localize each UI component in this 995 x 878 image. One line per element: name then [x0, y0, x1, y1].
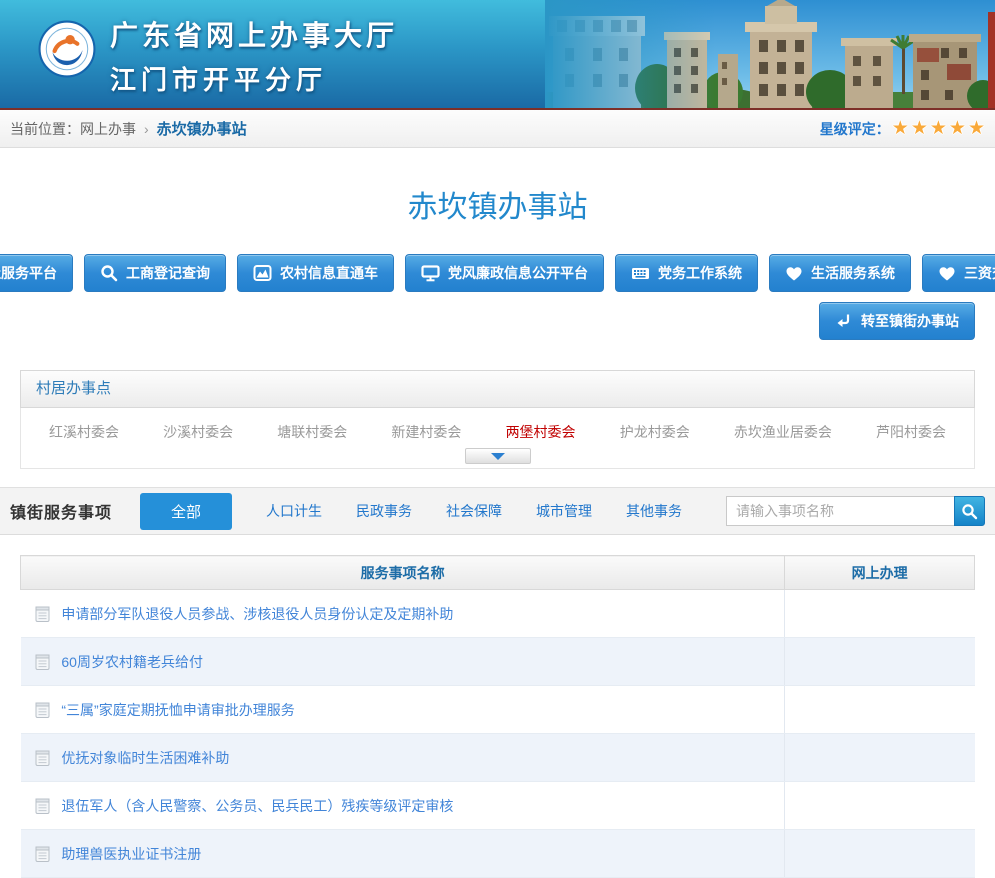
tab-city-management[interactable]: 城市管理: [536, 501, 592, 521]
quick-link-rural-info[interactable]: 农村信息直通车: [237, 254, 394, 292]
village-link-tanglian[interactable]: 塘联村委会: [277, 422, 347, 442]
star-icon[interactable]: ★: [968, 117, 985, 140]
search-button[interactable]: [954, 496, 985, 526]
document-icon: [35, 701, 50, 718]
star-icon[interactable]: ★: [930, 117, 947, 140]
keyboard-icon: [631, 264, 650, 282]
heart-icon: [938, 265, 956, 282]
breadcrumb-separator: ›: [144, 121, 149, 137]
search-icon: [100, 264, 118, 282]
transfer-row: 转至镇街办事站: [20, 302, 975, 340]
village-link-liangbao-active[interactable]: 两堡村委会: [506, 422, 576, 442]
online-handle-cell: [785, 830, 975, 878]
village-link-luyang[interactable]: 芦阳村委会: [876, 422, 946, 442]
service-item-link[interactable]: 优抚对象临时生活困难补助: [61, 750, 229, 766]
service-section-title: 镇街服务事项: [10, 499, 112, 523]
breadcrumb-link-online-service[interactable]: 网上办事: [80, 119, 136, 139]
monitor-icon: [421, 264, 440, 282]
search-input[interactable]: [726, 496, 954, 526]
quick-link-life-service[interactable]: 生活服务系统: [769, 254, 911, 292]
online-handle-cell: [785, 782, 975, 830]
star-icon[interactable]: ★: [949, 117, 966, 140]
quick-link-party-integrity[interactable]: 党风廉政信息公开平台: [405, 254, 604, 292]
column-header-service-name: 服务事项名称: [21, 556, 785, 590]
online-handle-cell: [785, 686, 975, 734]
tab-other-affairs[interactable]: 其他事务: [626, 501, 682, 521]
quick-link-business-registration[interactable]: 工商登记查询: [84, 254, 226, 292]
document-icon: [35, 605, 50, 622]
service-item-link[interactable]: 助理兽医执业证书注册: [61, 846, 201, 862]
breadcrumb-bar: 当前位置： 网上办事 › 赤坎镇办事站 星级评定： ★ ★ ★ ★ ★: [0, 110, 995, 148]
village-link-hulong[interactable]: 护龙村委会: [620, 422, 690, 442]
page-title: 赤坎镇办事站: [20, 148, 975, 226]
quick-link-label: 生活服务系统: [811, 263, 895, 283]
heart-icon: [785, 265, 803, 282]
village-section-header: 村居办事点: [20, 370, 975, 408]
service-items-table: 服务事项名称 网上办理 申请部分军队退役人员参战、涉核退役人员身份认定及定期补助…: [20, 555, 975, 878]
star-icon[interactable]: ★: [911, 117, 928, 140]
table-row: 助理兽医执业证书注册: [21, 830, 975, 878]
village-expand-toggle[interactable]: [465, 448, 531, 464]
search-icon: [961, 503, 978, 520]
service-item-link[interactable]: 申请部分军队退役人员参战、涉核退役人员身份认定及定期补助: [61, 606, 453, 622]
table-row: 退伍军人（含人民警察、公务员、民兵民工）残疾等级评定审核: [21, 782, 975, 830]
service-item-link[interactable]: 60周岁农村籍老兵给付: [61, 654, 203, 670]
return-arrow-icon: [835, 312, 853, 330]
service-items-bar: 镇街服务事项 全部 人口计生 民政事务 社会保障 城市管理 其他事务: [0, 487, 995, 535]
service-item-link[interactable]: “三属”家庭定期抚恤申请审批办理服务: [61, 702, 294, 718]
star-icon[interactable]: ★: [892, 117, 909, 140]
village-link-shaxi[interactable]: 沙溪村委会: [163, 422, 233, 442]
online-handle-cell: [785, 734, 975, 782]
village-list-box: 红溪村委会 沙溪村委会 塘联村委会 新建村委会 两堡村委会 护龙村委会 赤坎渔业…: [20, 408, 975, 469]
quick-link-label: 工商登记查询: [126, 263, 210, 283]
chevron-down-icon: [491, 453, 505, 460]
column-header-online-handle: 网上办理: [785, 556, 975, 590]
service-tabs: 全部 人口计生 民政事务 社会保障 城市管理 其他事务: [140, 493, 682, 530]
quick-link-label: 党风廉政信息公开平台: [448, 263, 588, 283]
quick-link-social-service[interactable]: 人社服务平台: [0, 254, 73, 292]
quick-link-three-capital-trading[interactable]: 三资交易平台: [922, 254, 995, 292]
table-row: 60周岁农村籍老兵给付: [21, 638, 975, 686]
village-list: 红溪村委会 沙溪村委会 塘联村委会 新建村委会 两堡村委会 护龙村委会 赤坎渔业…: [49, 422, 946, 442]
service-item-link[interactable]: 退伍军人（含人民警察、公务员、民兵民工）残疾等级评定审核: [61, 798, 453, 814]
tab-all[interactable]: 全部: [140, 493, 232, 530]
online-handle-cell: [785, 590, 975, 638]
quick-links-row: 人社服务平台 工商登记查询 农村信息直通车 党风廉政信息公开平台 党务工作系统 …: [20, 254, 975, 292]
online-handle-cell: [785, 638, 975, 686]
chart-icon: [253, 264, 272, 282]
quick-link-label: 人社服务平台: [0, 263, 57, 283]
rating-label: 星级评定：: [820, 119, 890, 139]
village-link-chikan-fishery[interactable]: 赤坎渔业居委会: [734, 422, 832, 442]
site-title-line2: 江门市开平分厅: [110, 60, 398, 97]
breadcrumb-current-page: 赤坎镇办事站: [157, 118, 247, 139]
document-icon: [35, 749, 50, 766]
transfer-button-label: 转至镇街办事站: [861, 311, 959, 331]
village-link-hongxi[interactable]: 红溪村委会: [49, 422, 119, 442]
table-row: “三属”家庭定期抚恤申请审批办理服务: [21, 686, 975, 734]
document-icon: [35, 845, 50, 862]
village-link-xinjian[interactable]: 新建村委会: [391, 422, 461, 442]
breadcrumb-label: 当前位置：: [10, 119, 80, 139]
quick-link-label: 三资交易平台: [964, 263, 995, 283]
quick-link-label: 党务工作系统: [658, 263, 742, 283]
table-row: 优抚对象临时生活困难补助: [21, 734, 975, 782]
tab-civil-affairs[interactable]: 民政事务: [356, 501, 412, 521]
quick-link-label: 农村信息直通车: [280, 263, 378, 283]
site-header: 广东省网上办事大厅 江门市开平分厅: [0, 0, 995, 110]
transfer-to-town-station-button[interactable]: 转至镇街办事站: [819, 302, 975, 340]
tab-social-security[interactable]: 社会保障: [446, 501, 502, 521]
service-search: [726, 496, 985, 526]
header-photo-diaolou: [545, 0, 995, 110]
site-logo: [38, 20, 96, 78]
tab-population[interactable]: 人口计生: [266, 501, 322, 521]
document-icon: [35, 653, 50, 670]
star-rating: 星级评定： ★ ★ ★ ★ ★: [820, 117, 985, 140]
document-icon: [35, 797, 50, 814]
table-row: 申请部分军队退役人员参战、涉核退役人员身份认定及定期补助: [21, 590, 975, 638]
site-title-line1: 广东省网上办事大厅: [110, 14, 398, 54]
quick-link-party-work[interactable]: 党务工作系统: [615, 254, 758, 292]
